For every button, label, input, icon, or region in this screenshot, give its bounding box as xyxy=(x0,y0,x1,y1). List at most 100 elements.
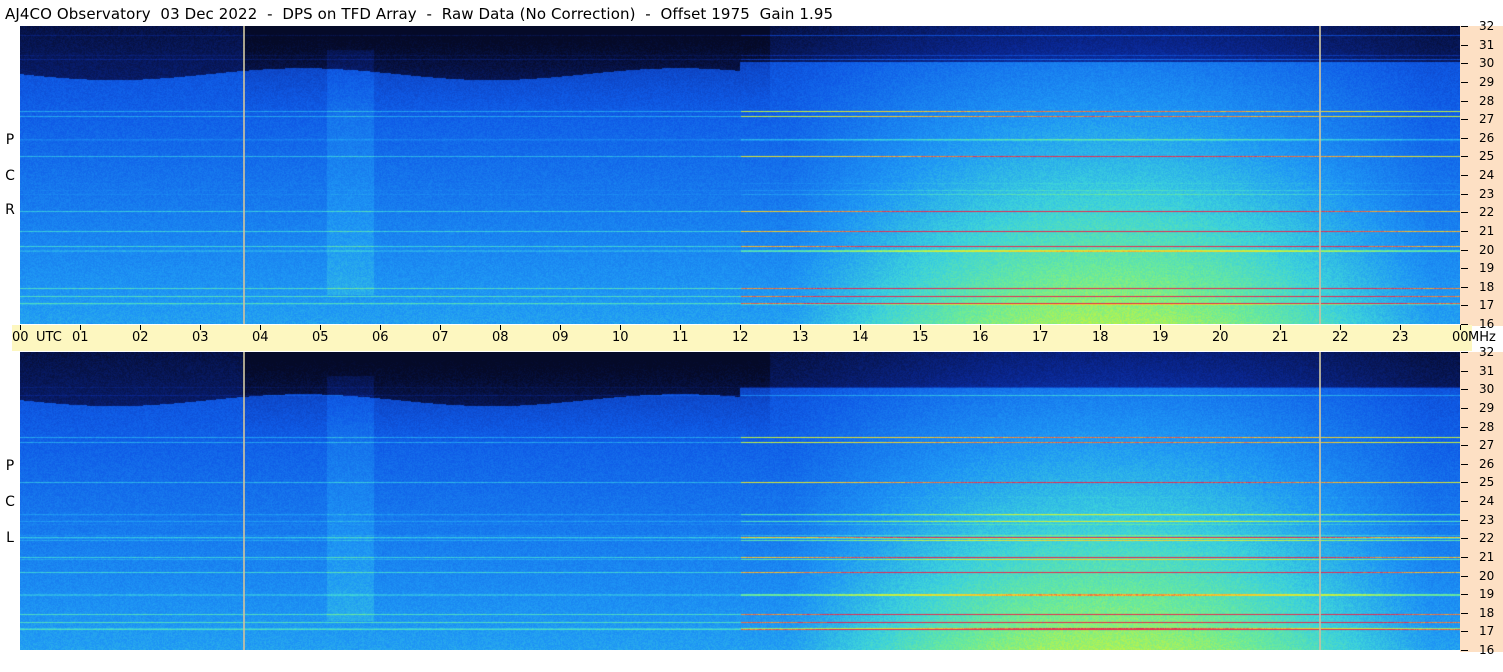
rcp-freq-label: 29 xyxy=(1479,74,1495,89)
rcp-label-c: C xyxy=(5,168,15,184)
lcp-label-c: C xyxy=(5,494,15,510)
time-label: 12 xyxy=(732,330,749,345)
rcp-freq-tick xyxy=(1461,137,1468,139)
time-label: 14 xyxy=(852,330,869,345)
rcp-freq-label: 16 xyxy=(1479,317,1495,331)
lcp-freq-label: 24 xyxy=(1479,494,1495,508)
time-label: 08 xyxy=(492,330,509,345)
rcp-freq-label: 26 xyxy=(1479,130,1495,145)
lcp-freq-tick xyxy=(1461,426,1468,428)
lcp-label-l: L xyxy=(6,530,14,546)
rcp-freq-tick xyxy=(1461,305,1468,307)
lcp-freq-label: 20 xyxy=(1479,568,1495,583)
lcp-freq-tick xyxy=(1461,538,1468,540)
lcp-freq-label: 19 xyxy=(1479,587,1495,602)
lcp-freq-label: 21 xyxy=(1479,549,1495,564)
lcp-freq-tick xyxy=(1461,370,1468,372)
time-label: 21 xyxy=(1272,330,1289,345)
lcp-freq-tick xyxy=(1461,407,1468,409)
rcp-freq-label: 21 xyxy=(1479,223,1495,238)
utc-label: UTC xyxy=(36,330,62,345)
lcp-freq-tick xyxy=(1461,612,1468,614)
lcp-freq-tick xyxy=(1461,501,1468,502)
marker-line xyxy=(1319,26,1321,324)
lcp-freq-label: 16 xyxy=(1479,643,1495,657)
rcp-freq-tick xyxy=(1461,26,1468,27)
rcp-freq-label: 27 xyxy=(1479,112,1495,127)
rcp-freq-label: 32 xyxy=(1479,19,1495,33)
lcp-freq-tick xyxy=(1461,389,1468,391)
time-label: 06 xyxy=(372,330,389,345)
rcp-label-r: R xyxy=(5,202,15,218)
rcp-freq-label: 20 xyxy=(1479,242,1495,257)
rcp-freq-tick xyxy=(1461,230,1468,232)
time-label: 05 xyxy=(312,330,329,345)
rcp-freq-tick xyxy=(1461,286,1468,288)
time-label: 01 xyxy=(72,330,89,345)
rcp-freq-tick xyxy=(1461,268,1468,270)
rcp-freq-tick xyxy=(1461,81,1468,83)
rcp-freq-tick xyxy=(1461,44,1468,46)
rcp-label-p: P xyxy=(5,132,15,148)
marker-line xyxy=(243,352,245,650)
rcp-freq-label: 24 xyxy=(1479,168,1495,182)
rcp-freq-label: 17 xyxy=(1479,298,1495,313)
lcp-freq-tick xyxy=(1461,482,1468,484)
time-axis: 00 01 02 03 04 05 06 07 08 09 10 11 12 13 14 15 16 17 18 19… xyxy=(12,325,1496,351)
lcp-freq-tick xyxy=(1461,445,1468,447)
lcp-frequency-axis: 32 31 30 29 28 27 26 25 24 23 22 21 20 19 18 17 16 xyxy=(1460,346,1503,656)
lcp-freq-label: 25 xyxy=(1479,475,1495,490)
plot-title: AJ4CO Observatory 03 Dec 2022 - DPS on T… xyxy=(5,5,834,23)
lcp-freq-label: 26 xyxy=(1479,456,1495,471)
rcp-frequency-axis: 32 31 30 29 28 27 26 25 24 23 22 21 20 19 18 17 16 xyxy=(1460,20,1503,330)
lcp-freq-label: 27 xyxy=(1479,438,1495,453)
time-label: 11 xyxy=(672,330,689,345)
rcp-freq-tick xyxy=(1461,175,1468,176)
rcp-freq-label: 31 xyxy=(1479,37,1495,52)
time-label: 16 xyxy=(972,330,989,345)
rcp-freq-label: 22 xyxy=(1479,205,1495,220)
lcp-freq-tick xyxy=(1461,650,1468,651)
time-label: 17 xyxy=(1032,330,1049,345)
mhz-unit-label: MHz xyxy=(1468,330,1496,345)
rcp-freq-tick xyxy=(1461,193,1468,195)
lcp-freq-tick xyxy=(1461,631,1468,633)
time-label: 18 xyxy=(1092,330,1109,345)
rcp-freq-tick xyxy=(1461,119,1468,121)
time-label: 10 xyxy=(612,330,629,345)
time-label: 00 xyxy=(12,330,29,345)
time-label: 00 xyxy=(1452,330,1469,345)
lcp-freq-tick xyxy=(1461,594,1468,596)
time-label: 20 xyxy=(1212,330,1229,345)
time-label: 22 xyxy=(1332,330,1349,345)
rcp-freq-tick xyxy=(1461,249,1468,251)
lcp-freq-tick xyxy=(1461,519,1468,521)
rcp-freq-label: 19 xyxy=(1479,261,1495,276)
lcp-label-p: P xyxy=(5,458,15,474)
rcp-freq-label: 25 xyxy=(1479,149,1495,164)
lcp-freq-label: 29 xyxy=(1479,400,1495,415)
lcp-freq-label: 30 xyxy=(1479,382,1495,397)
lcp-freq-label: 23 xyxy=(1479,512,1495,527)
time-label: 04 xyxy=(252,330,269,345)
time-label: 02 xyxy=(132,330,149,345)
rcp-freq-tick xyxy=(1461,63,1468,65)
lcp-spectrogram xyxy=(20,352,1460,650)
marker-line xyxy=(1319,352,1321,650)
lcp-freq-label: 28 xyxy=(1479,419,1495,434)
lcp-freq-tick xyxy=(1461,463,1468,465)
lcp-freq-label: 22 xyxy=(1479,531,1495,546)
rcp-freq-tick xyxy=(1461,100,1468,102)
rcp-freq-label: 18 xyxy=(1479,279,1495,294)
time-label: 09 xyxy=(552,330,569,345)
time-label: 15 xyxy=(912,330,929,345)
time-label: 03 xyxy=(192,330,209,345)
lcp-freq-tick xyxy=(1461,575,1468,577)
rcp-freq-tick xyxy=(1461,212,1468,214)
time-label: 07 xyxy=(432,330,449,345)
rcp-freq-label: 23 xyxy=(1479,186,1495,201)
lcp-freq-label: 32 xyxy=(1479,345,1495,359)
time-label: 19 xyxy=(1152,330,1169,345)
rcp-freq-label: 28 xyxy=(1479,93,1495,108)
lcp-freq-label: 18 xyxy=(1479,605,1495,620)
